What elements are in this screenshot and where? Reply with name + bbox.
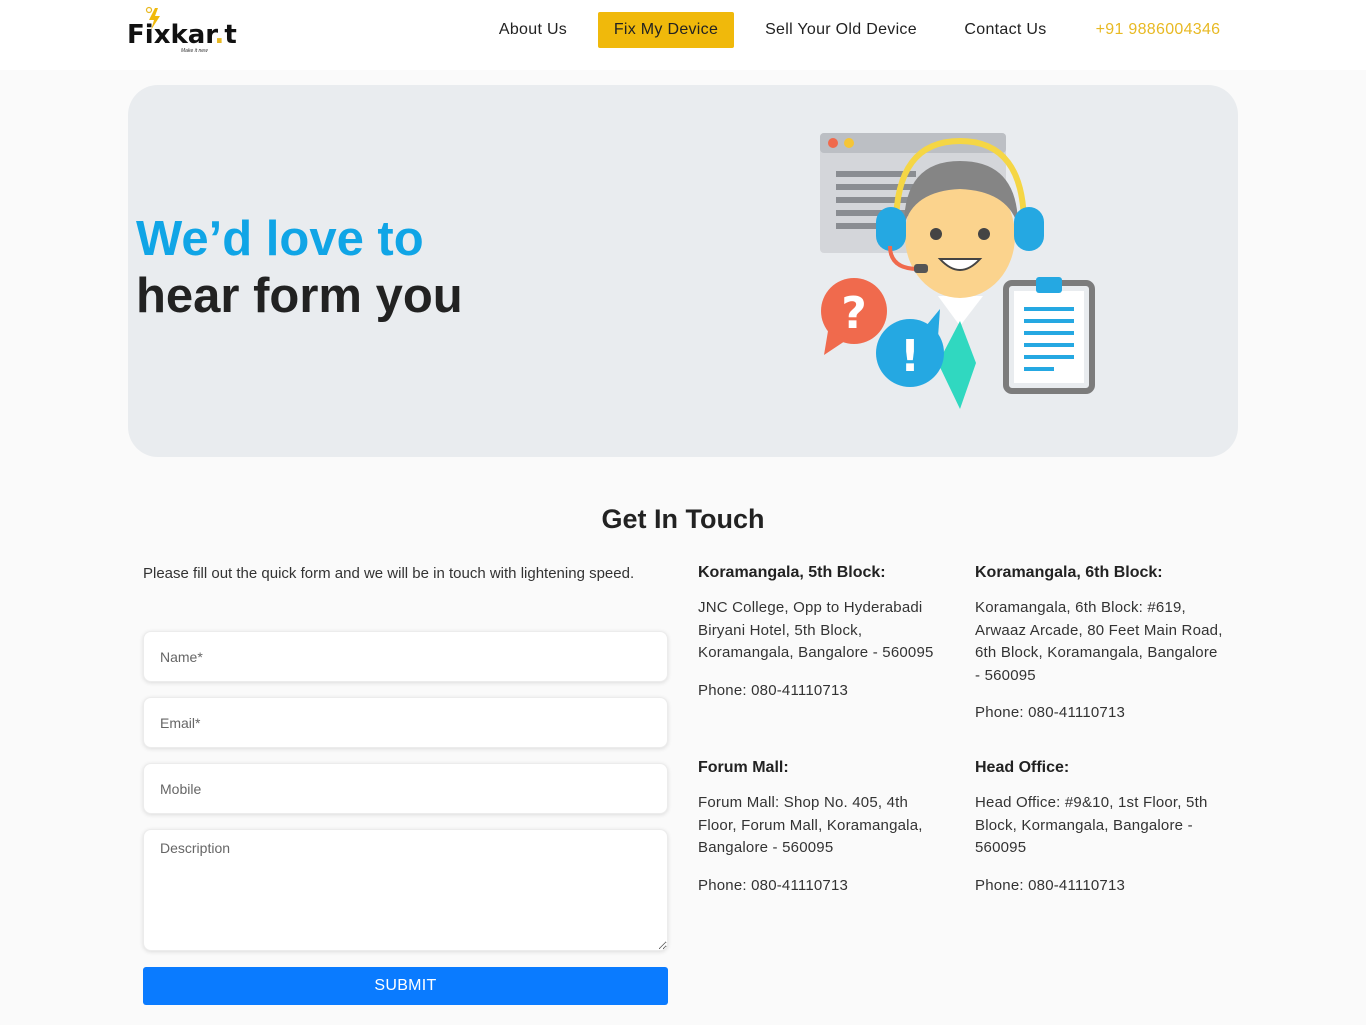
office-phone: Phone: 080-41110713 xyxy=(975,704,1126,721)
office-address: JNC College, Opp to Hyderabadi Biryani H… xyxy=(698,599,934,661)
office-title: Head Office: xyxy=(975,759,1070,776)
logo-wordmark: Fixkar.t xyxy=(127,20,237,50)
logo-tagline: Make it new xyxy=(181,48,208,54)
office-forum-mall: Forum Mall: Forum Mall: Shop No. 405, 4t… xyxy=(698,757,948,897)
office-address: Head Office: #9&10, 1st Floor, 5th Block… xyxy=(975,794,1208,856)
nav-fix-my-device[interactable]: Fix My Device xyxy=(598,12,734,48)
hero-banner: We’d love to hear form you ? ! xyxy=(128,85,1238,457)
office-title: Forum Mall: xyxy=(698,759,789,776)
hero-heading-line2: hear form you xyxy=(136,269,463,323)
name-input[interactable] xyxy=(143,631,668,682)
office-head-office: Head Office: Head Office: #9&10, 1st Flo… xyxy=(975,757,1225,897)
mobile-input[interactable] xyxy=(143,763,668,814)
hero-heading-line1: We’d love to xyxy=(136,212,424,266)
office-koramangala-6th-block: Koramangala, 6th Block: Koramangala, 6th… xyxy=(975,562,1225,724)
email-input[interactable] xyxy=(143,697,668,748)
site-header: Fixkar.t Make it new About Us Fix My Dev… xyxy=(0,0,1366,70)
svg-text:?: ? xyxy=(841,288,867,339)
office-title: Koramangala, 5th Block: xyxy=(698,564,886,581)
nav-sell-old-device[interactable]: Sell Your Old Device xyxy=(758,12,924,48)
customer-support-illustration: ? ! xyxy=(820,133,1095,409)
nav-phone-link[interactable]: +91 9886004346 xyxy=(1088,12,1228,48)
nav-contact-us[interactable]: Contact Us xyxy=(957,12,1054,48)
submit-button[interactable]: SUBMIT xyxy=(143,967,668,1005)
office-phone: Phone: 080-41110713 xyxy=(698,681,849,699)
svg-text:!: ! xyxy=(900,331,920,382)
office-phone: Phone: 080-41110713 xyxy=(975,876,1126,894)
nav-about-us[interactable]: About Us xyxy=(492,12,574,48)
description-textarea[interactable] xyxy=(143,829,668,951)
form-intro-text: Please fill out the quick form and we wi… xyxy=(143,565,635,582)
office-address: Koramangala, 6th Block: #619, Arwaaz Arc… xyxy=(975,599,1223,684)
fixkart-logo[interactable]: Fixkar.t Make it new xyxy=(127,6,237,58)
office-title: Koramangala, 6th Block: xyxy=(975,564,1163,581)
office-address: Forum Mall: Shop No. 405, 4th Floor, For… xyxy=(698,794,923,856)
office-phone: Phone: 080-41110713 xyxy=(698,876,849,894)
office-koramangala-5th-block: Koramangala, 5th Block: JNC College, Opp… xyxy=(698,562,948,702)
get-in-touch-heading: Get In Touch xyxy=(601,504,765,534)
